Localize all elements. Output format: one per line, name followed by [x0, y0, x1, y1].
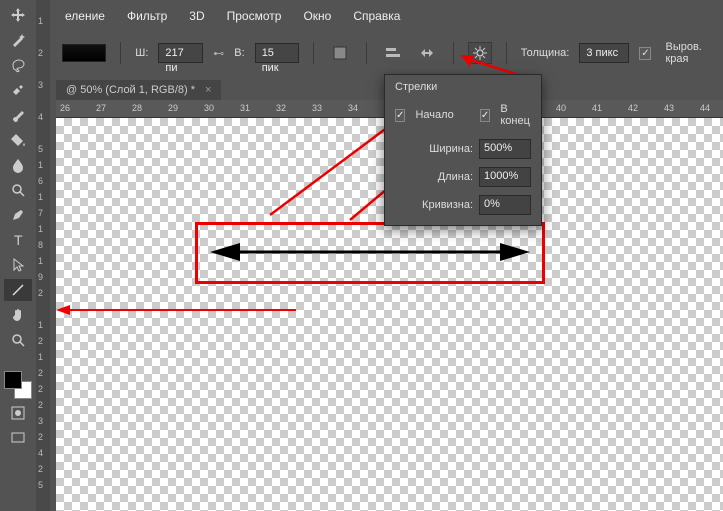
popup-title: Стрелки: [385, 75, 541, 97]
blur-tool[interactable]: [4, 154, 32, 176]
arrow-curve-field[interactable]: 0%: [479, 195, 531, 215]
line-tool[interactable]: [4, 279, 32, 301]
screenmode-button[interactable]: [4, 427, 32, 449]
hand-tool[interactable]: [4, 304, 32, 326]
align-edges-label: Выров. края: [665, 41, 723, 65]
color-swatches[interactable]: [4, 371, 32, 399]
quickmask-button[interactable]: [4, 402, 32, 424]
thickness-field[interactable]: 3 пикс: [579, 43, 629, 63]
bucket-tool[interactable]: [4, 129, 32, 151]
arrow-curve-label: Кривизна:: [422, 199, 473, 211]
arrow-length-field[interactable]: 1000%: [479, 167, 531, 187]
annotation-arrow-4: [56, 302, 301, 318]
align-button[interactable]: [381, 42, 405, 64]
end-checkbox[interactable]: [480, 109, 490, 122]
menu-item[interactable]: 3D: [189, 9, 204, 23]
path-select-tool[interactable]: [4, 254, 32, 276]
svg-text:T: T: [14, 232, 23, 248]
end-label: В конец: [500, 103, 531, 127]
left-number-gutter: 1 2 3 4 5 1 6 1 7 1 8 1 9 2 1 2 1 2 2 2 …: [36, 0, 50, 511]
document-tab[interactable]: @ 50% (Слой 1, RGB/8) * ×: [56, 80, 221, 100]
height-field[interactable]: 15 пик: [255, 43, 299, 63]
start-checkbox[interactable]: [395, 109, 405, 122]
fg-color[interactable]: [4, 371, 22, 389]
brush-tool[interactable]: [4, 104, 32, 126]
menu-item[interactable]: Фильтр: [127, 9, 167, 23]
arrow-width-field[interactable]: 500%: [479, 139, 531, 159]
lasso-tool[interactable]: [4, 54, 32, 76]
width-field[interactable]: 217 пи: [158, 43, 203, 63]
stroke-swatch[interactable]: [62, 44, 106, 62]
align-edges-checkbox[interactable]: [639, 47, 651, 60]
arrange-button[interactable]: [415, 42, 439, 64]
pen-tool[interactable]: [4, 204, 32, 226]
height-label: В:: [234, 47, 244, 59]
zoom-tool[interactable]: [4, 179, 32, 201]
menu-item[interactable]: Просмотр: [227, 9, 282, 23]
menubar: еление Фильтр 3D Просмотр Окно Справка: [50, 0, 400, 32]
toolbox: T: [0, 0, 36, 511]
start-label: Начало: [415, 109, 453, 121]
canvas-line-shape: [210, 240, 530, 264]
document-tabbar: @ 50% (Слой 1, RGB/8) * ×: [50, 78, 221, 102]
fill-mode-button[interactable]: [328, 42, 352, 64]
menu-item[interactable]: еление: [65, 9, 105, 23]
wand-tool[interactable]: [4, 29, 32, 51]
menu-item[interactable]: Окно: [303, 9, 331, 23]
options-bar: Ш: 217 пи ⊷ В: 15 пик Толщина: 3 пикс Вы…: [50, 36, 723, 70]
text-tool[interactable]: T: [4, 229, 32, 251]
arrow-length-label: Длина:: [438, 171, 473, 183]
arrow-width-label: Ширина:: [429, 143, 473, 155]
link-icon[interactable]: ⊷: [213, 47, 224, 60]
heal-tool[interactable]: [4, 79, 32, 101]
close-icon[interactable]: ×: [205, 84, 211, 96]
arrows-popup: Стрелки Начало В конец Ширина: 500% Длин…: [384, 74, 542, 226]
zoom-tool-2[interactable]: [4, 329, 32, 351]
tab-title: @ 50% (Слой 1, RGB/8) *: [66, 84, 195, 96]
menu-item[interactable]: Справка: [353, 9, 400, 23]
move-tool[interactable]: [4, 4, 32, 26]
width-label: Ш:: [135, 47, 148, 59]
